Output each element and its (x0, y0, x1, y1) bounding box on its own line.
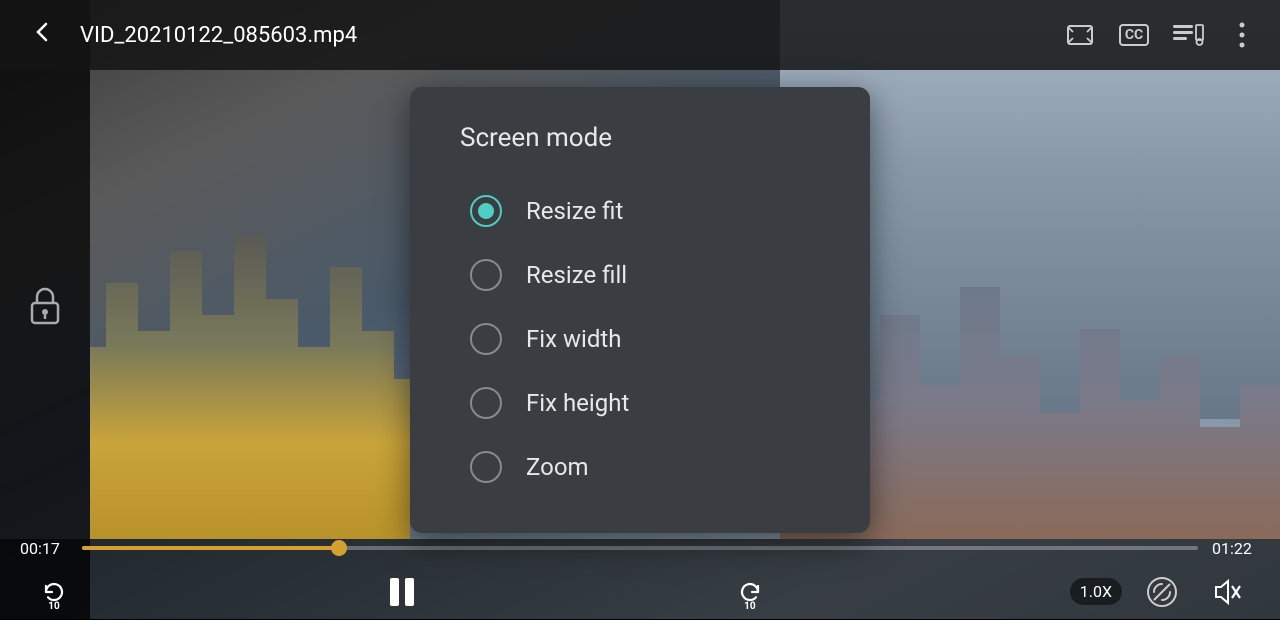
label-fix-width: Fix width (526, 325, 621, 353)
label-zoom: Zoom (526, 453, 589, 481)
option-resize-fit[interactable]: Resize fit (460, 181, 810, 241)
option-fix-height[interactable]: Fix height (460, 373, 810, 433)
radio-zoom (470, 451, 502, 483)
modal-backdrop: Screen mode Resize fit Resize fill Fix w… (0, 0, 1280, 619)
label-resize-fit: Resize fit (526, 197, 623, 225)
option-fix-width[interactable]: Fix width (460, 309, 810, 369)
label-resize-fill: Resize fill (526, 261, 627, 289)
radio-resize-fill (470, 259, 502, 291)
option-zoom[interactable]: Zoom (460, 437, 810, 497)
screen-mode-modal: Screen mode Resize fit Resize fill Fix w… (410, 87, 870, 533)
radio-fix-height (470, 387, 502, 419)
radio-resize-fit (470, 195, 502, 227)
option-resize-fill[interactable]: Resize fill (460, 245, 810, 305)
modal-options: Resize fit Resize fill Fix width Fix hei… (460, 181, 810, 497)
label-fix-height: Fix height (526, 389, 629, 417)
radio-fix-width (470, 323, 502, 355)
modal-title: Screen mode (460, 123, 810, 153)
